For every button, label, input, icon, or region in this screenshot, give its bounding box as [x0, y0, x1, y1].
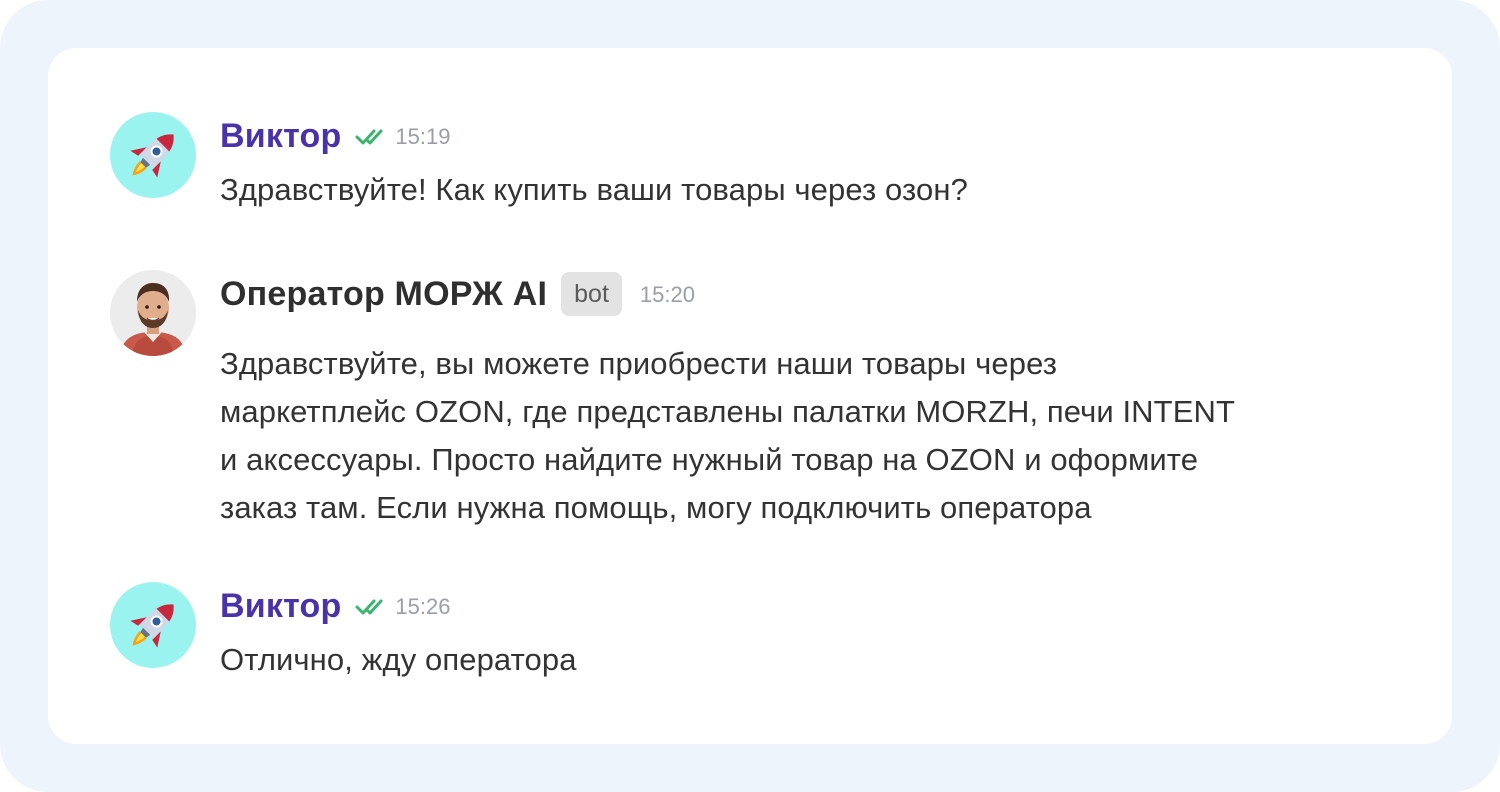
message-line: заказ там. Если нужна помощь, могу подкл… [220, 490, 1092, 525]
author-name[interactable]: Оператор МОРЖ AI [220, 270, 547, 318]
message-text: Здравствуйте, вы можете приобрести наши … [220, 340, 1400, 532]
rocket-avatar-icon[interactable] [110, 582, 196, 668]
message-time: 15:19 [395, 124, 451, 149]
double-check-icon [355, 126, 387, 148]
operator-avatar-icon[interactable] [110, 270, 196, 356]
message-time: 15:20 [639, 282, 695, 307]
message-line: и аксессуары. Просто найдите нужный това… [220, 442, 1199, 477]
message-line: Здравствуйте, вы можете приобрести наши … [220, 346, 1058, 381]
rocket-avatar-icon[interactable] [110, 112, 196, 198]
chat-card: Виктор 15:19 Здравствуйте! Как купить ва… [48, 48, 1452, 744]
message-text: Здравствуйте! Как купить ваши товары чер… [220, 172, 968, 207]
bot-badge: bot [561, 272, 622, 316]
message-line: маркетплейс OZON, где представлены палат… [220, 394, 1236, 429]
author-name[interactable]: Виктор [220, 582, 341, 630]
double-check-icon [355, 596, 387, 618]
outer-frame: Виктор 15:19 Здравствуйте! Как купить ва… [0, 0, 1500, 792]
message-time: 15:26 [395, 594, 451, 619]
author-name[interactable]: Виктор [220, 112, 341, 160]
message-text: Отлично, жду оператора [220, 642, 577, 677]
